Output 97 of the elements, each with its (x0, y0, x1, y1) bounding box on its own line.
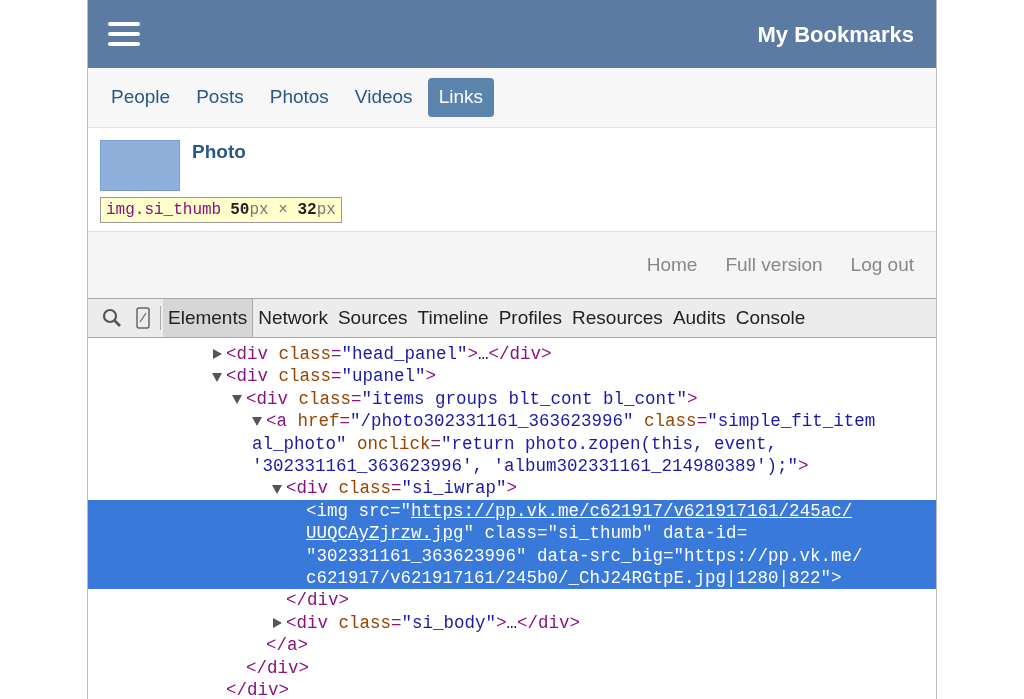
code-token: > (425, 365, 437, 388)
expanded-triangle-icon[interactable] (232, 393, 242, 405)
code-token: = (390, 499, 401, 523)
dom-node-row[interactable] (88, 499, 936, 590)
expanded-triangle-icon[interactable] (252, 415, 262, 428)
code-token: "si_body" (401, 611, 497, 635)
code-token: class (278, 343, 332, 366)
dom-node-row[interactable]: <div class="items groups blt_cont bl_cont"> (88, 387, 936, 411)
code-token: "302331161_363623996" (306, 544, 528, 568)
code-token: <div (226, 365, 269, 388)
code-token: <div (286, 477, 329, 500)
code-token: <a (266, 410, 288, 433)
page-title: My Bookmarks (757, 20, 914, 49)
devtools-tab[interactable]: Audits (667, 299, 731, 337)
selector-text: img.si_thumb (106, 200, 222, 221)
code-token: = (331, 365, 342, 388)
closing-tag: </div> (226, 680, 289, 699)
code-token: > (467, 343, 479, 366)
code-token: "https://pp.vk.me/ (673, 544, 863, 568)
code-token: = (331, 343, 342, 366)
devtools-tab[interactable]: Sources (332, 299, 413, 337)
code-token: <div (246, 387, 289, 411)
closing-tag: </div> (246, 657, 309, 678)
code-token: <img (306, 499, 349, 523)
devtools-tab[interactable]: Timeline (412, 299, 494, 337)
code-token: > (687, 387, 698, 411)
code-token: = (537, 522, 548, 545)
collapsed-triangle-icon[interactable] (272, 617, 282, 630)
devtools-tab[interactable]: Console (730, 299, 811, 337)
devtools-tab[interactable]: Elements (163, 299, 254, 337)
code-token: class (278, 365, 332, 388)
url-link[interactable]: https://pp.vk.me/c621917/v621917161/245ac/ (411, 499, 853, 523)
devtools-tab[interactable]: Resources (567, 299, 668, 337)
code-token: "upanel" (341, 365, 426, 388)
dom-node-row[interactable]: <div class="head_panel">…</div> (88, 343, 936, 366)
dom-node-row[interactable]: <div class="si_body">…</div> (88, 611, 936, 635)
code-token: "simple_fit_item (707, 410, 876, 433)
url-link[interactable]: UUQCAyZjrzw.jpg (306, 522, 464, 545)
code-token: class (298, 387, 352, 411)
expanded-triangle-icon[interactable] (212, 370, 222, 383)
devtools-tab[interactable]: Profiles (493, 299, 568, 337)
code-token: > (798, 455, 809, 478)
code-token: src (358, 499, 391, 523)
devtools-tab[interactable]: Network (253, 299, 333, 337)
closing-tag: </a> (266, 635, 308, 656)
category-tab[interactable]: Links (427, 78, 494, 117)
code-token: class (644, 410, 697, 433)
code-token: class (338, 611, 392, 635)
code-token: "items groups blt_cont bl_cont" (361, 387, 688, 411)
category-tab[interactable]: Photos (258, 78, 340, 117)
code-token: > (506, 477, 518, 500)
code-token: </div> (488, 343, 552, 366)
dom-node-row[interactable]: <a href="/photo302331161_363623996" class="simple_fit_item al_photo" onclick="return photo.zopen(this, event, '302331161_363623996', 'album302331161_214980389');"> (88, 410, 936, 478)
code-token: "si_thumb" (547, 522, 654, 545)
code-token: = (430, 432, 442, 456)
category-tab[interactable]: Posts (185, 78, 255, 117)
code-token: href (297, 410, 340, 433)
code-token: c621917/v621917161/245b0/_ChJ24RGtpE.jpg|1280|822" (306, 567, 832, 590)
code-token: data-id (663, 522, 737, 545)
code-token: " (400, 499, 412, 523)
code-token: = (351, 387, 362, 411)
code-token: = (391, 477, 402, 500)
code-token: <div (286, 611, 329, 635)
code-token: <div (226, 343, 269, 366)
code-token: "/photo302331161_363623996" (350, 410, 635, 433)
phone-icon[interactable] (136, 307, 150, 329)
code-token: … (506, 611, 518, 635)
code-token: > (831, 567, 842, 590)
code-token: " (463, 522, 476, 545)
category-tab[interactable]: Videos (343, 78, 424, 117)
search-icon[interactable] (102, 308, 122, 328)
collapsed-triangle-icon[interactable] (212, 348, 222, 361)
menu-icon[interactable] (108, 22, 140, 46)
code-token: data-src_big (537, 544, 664, 568)
code-token: = (736, 522, 748, 545)
code-token: "return photo.zopen(this, event, (441, 432, 778, 456)
code-token: "head_panel" (341, 343, 468, 366)
item-title[interactable]: Photo (192, 142, 246, 161)
code-token: = (391, 611, 402, 635)
code-token: '302331161_363623996', 'album302331161_214980389');" (252, 455, 799, 478)
closing-tag: </div> (286, 590, 349, 611)
code-token: </div> (517, 611, 581, 635)
code-token: > (496, 611, 507, 635)
code-token: = (339, 410, 351, 433)
code-token: class (484, 522, 538, 545)
code-token: = (696, 410, 708, 433)
size-text: 50px × 32px (230, 200, 336, 221)
code-token: "si_iwrap" (401, 477, 507, 500)
expanded-triangle-icon[interactable] (272, 482, 282, 495)
dom-node-row[interactable]: <div class="si_iwrap"> (88, 477, 936, 500)
code-token: class (338, 477, 392, 500)
code-token: = (663, 544, 674, 568)
category-tab[interactable]: People (100, 78, 182, 117)
code-token: … (478, 343, 489, 366)
dom-node-row[interactable]: <div class="upanel"> (88, 365, 936, 388)
code-token: onclick (357, 432, 431, 456)
code-token: al_photo" (252, 432, 348, 456)
